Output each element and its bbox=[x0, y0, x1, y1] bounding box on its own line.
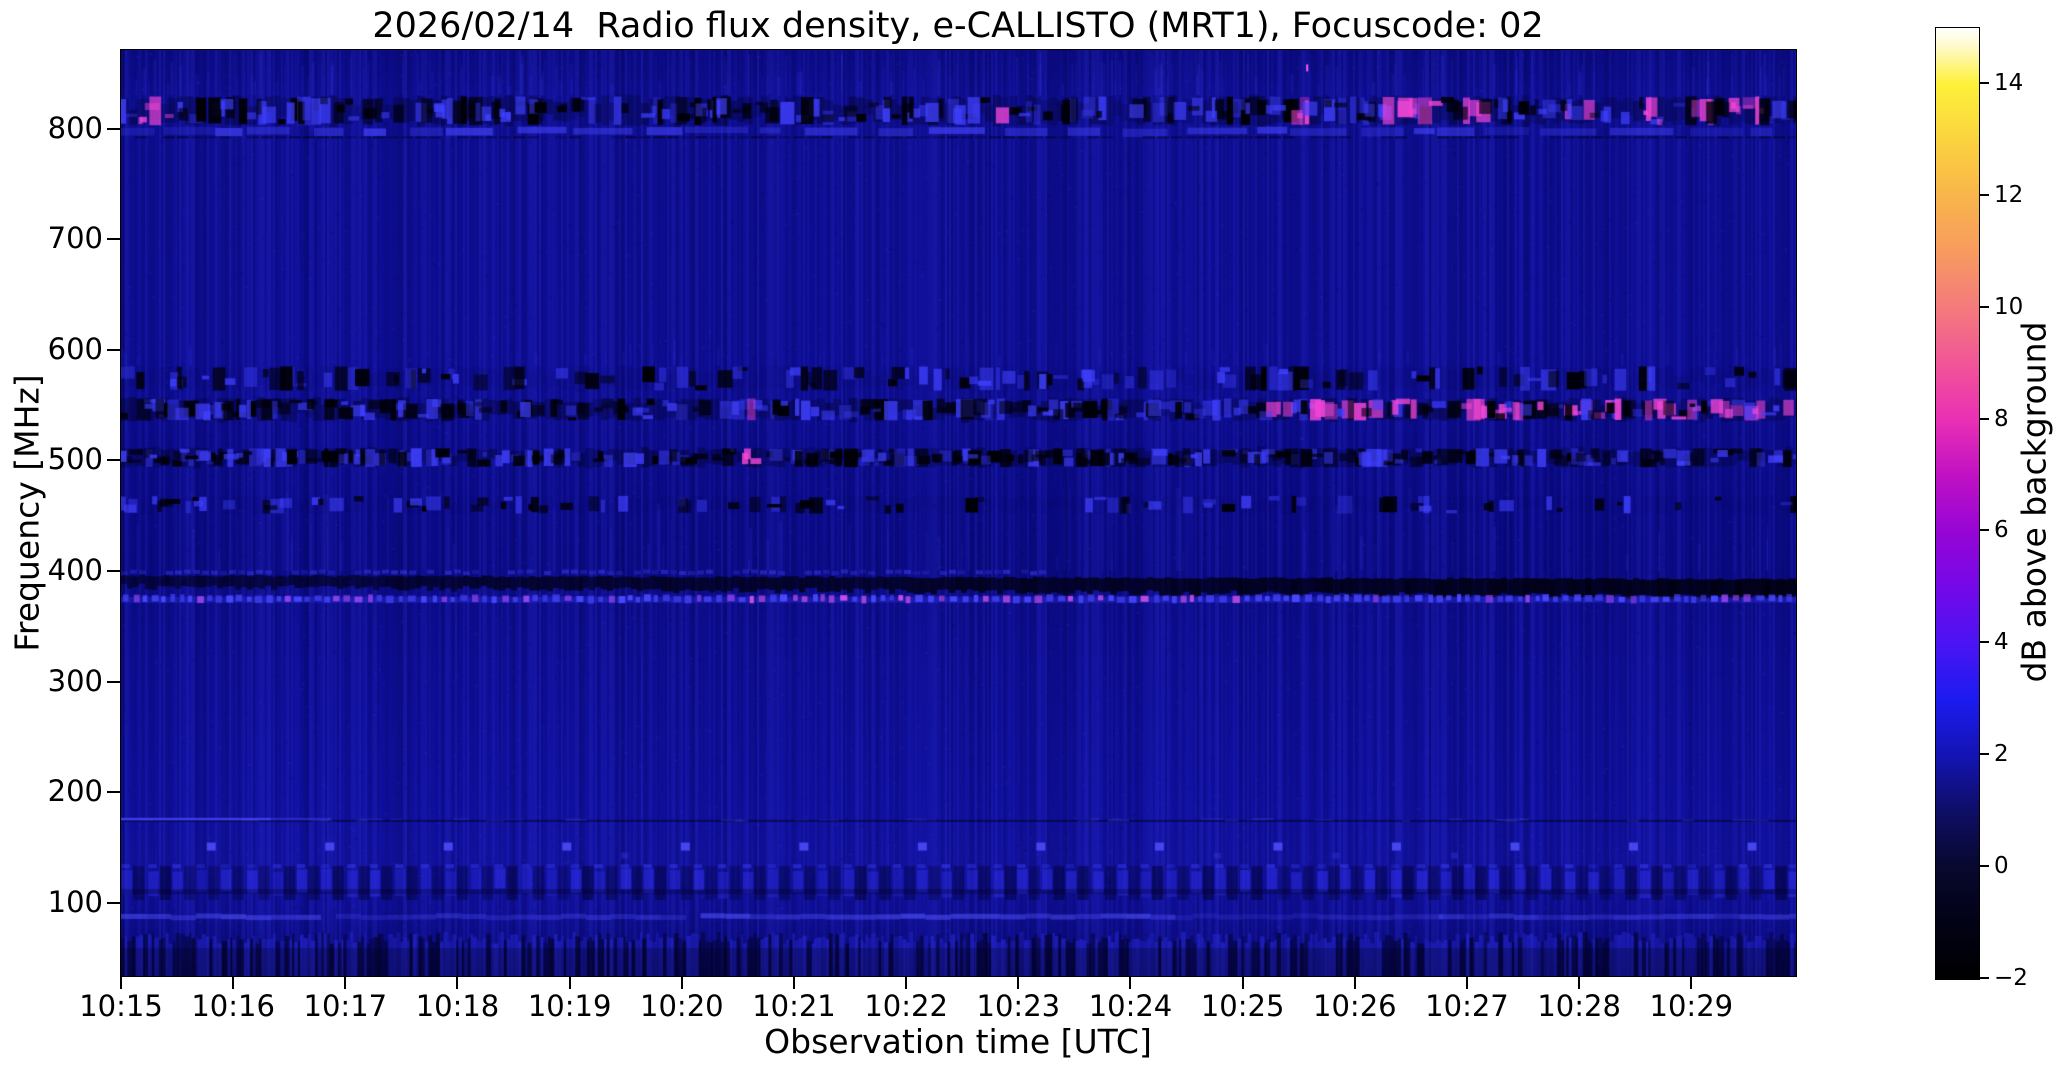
x-axis-label: Observation time [UTC] bbox=[764, 1022, 1152, 1061]
colorbar-tick-label: 4 bbox=[1994, 629, 2009, 656]
x-tick-mark bbox=[792, 976, 795, 989]
colorbar-label: dB above background bbox=[2014, 321, 2054, 683]
x-tick-mark bbox=[568, 976, 571, 989]
colorbar-tick-mark bbox=[1980, 305, 1989, 308]
colorbar-tick-label: 10 bbox=[1994, 293, 2024, 320]
y-tick-mark bbox=[107, 459, 120, 462]
colorbar-tick-mark bbox=[1980, 529, 1989, 532]
y-tick-label: 300 bbox=[47, 663, 103, 698]
colorbar-tick-mark bbox=[1980, 417, 1989, 420]
x-tick-mark bbox=[344, 976, 347, 989]
x-tick-label: 10:21 bbox=[752, 989, 836, 1023]
x-tick-label: 10:27 bbox=[1425, 989, 1509, 1023]
x-tick-mark bbox=[120, 976, 122, 989]
chart-title: 2026/02/14 Radio flux density, e-CALLIST… bbox=[372, 6, 1544, 46]
colorbar-tick-label: 0 bbox=[1994, 853, 2009, 880]
x-tick-label: 10:24 bbox=[1088, 989, 1173, 1023]
y-tick-label: 200 bbox=[47, 774, 103, 809]
x-tick-mark bbox=[1129, 976, 1132, 989]
y-tick-mark bbox=[107, 348, 120, 351]
x-tick-label: 10:19 bbox=[527, 989, 612, 1023]
spectrogram-image bbox=[121, 50, 1796, 976]
y-tick-label: 400 bbox=[47, 553, 103, 588]
colorbar-tick-mark bbox=[1980, 753, 1989, 756]
colorbar-tick-label: 6 bbox=[1994, 517, 2009, 544]
colorbar-tick-label: 12 bbox=[1994, 181, 2024, 208]
x-tick-mark bbox=[905, 976, 908, 989]
colorbar-tick-mark bbox=[1980, 193, 1989, 196]
x-tick-label: 10:22 bbox=[864, 989, 948, 1023]
x-tick-mark bbox=[1353, 976, 1356, 989]
y-tick-label: 800 bbox=[47, 110, 103, 145]
y-tick-mark bbox=[107, 238, 120, 241]
x-tick-mark bbox=[456, 976, 459, 989]
x-tick-mark bbox=[1465, 976, 1468, 989]
colorbar-tick-mark bbox=[1980, 865, 1989, 868]
x-tick-label: 10:23 bbox=[976, 989, 1061, 1023]
colorbar-tick-label: 14 bbox=[1994, 69, 2024, 96]
x-tick-mark bbox=[680, 976, 683, 989]
y-tick-label: 500 bbox=[47, 442, 103, 477]
x-tick-label: 10:29 bbox=[1649, 989, 1734, 1023]
y-tick-label: 700 bbox=[47, 221, 103, 256]
x-tick-label: 10:18 bbox=[415, 989, 500, 1023]
colorbar-tick-mark bbox=[1980, 81, 1989, 84]
colorbar-tick-mark bbox=[1980, 641, 1989, 644]
x-tick-label: 10:26 bbox=[1313, 989, 1397, 1023]
x-tick-label: 10:20 bbox=[640, 989, 724, 1023]
y-tick-mark bbox=[107, 570, 120, 573]
x-tick-label: 10:17 bbox=[303, 989, 388, 1023]
y-tick-label: 600 bbox=[47, 331, 103, 366]
colorbar-tick-label: 2 bbox=[1994, 741, 2009, 768]
x-tick-label: 10:15 bbox=[79, 989, 163, 1023]
colorbar-tick-label: −2 bbox=[1994, 965, 2028, 991]
colorbar-tick-mark bbox=[1980, 977, 1989, 979]
x-tick-label: 10:25 bbox=[1200, 989, 1285, 1023]
x-tick-label: 10:16 bbox=[191, 989, 275, 1023]
x-tick-mark bbox=[232, 976, 235, 989]
y-tick-mark bbox=[107, 901, 120, 904]
x-tick-label: 10:28 bbox=[1537, 989, 1621, 1023]
x-tick-mark bbox=[1690, 976, 1693, 989]
y-tick-mark bbox=[107, 127, 120, 130]
y-tick-mark bbox=[107, 680, 120, 683]
x-tick-mark bbox=[1241, 976, 1244, 989]
y-tick-mark bbox=[107, 791, 120, 794]
colorbar bbox=[1935, 27, 1980, 980]
x-tick-mark bbox=[1017, 976, 1020, 989]
y-axis-label: Frequency [MHz] bbox=[7, 374, 47, 652]
colorbar-tick-label: 8 bbox=[1994, 405, 2009, 432]
y-tick-label: 100 bbox=[47, 884, 103, 919]
x-tick-mark bbox=[1578, 976, 1581, 989]
spectrogram-figure: 2026/02/14 Radio flux density, e-CALLIST… bbox=[0, 0, 2066, 1067]
